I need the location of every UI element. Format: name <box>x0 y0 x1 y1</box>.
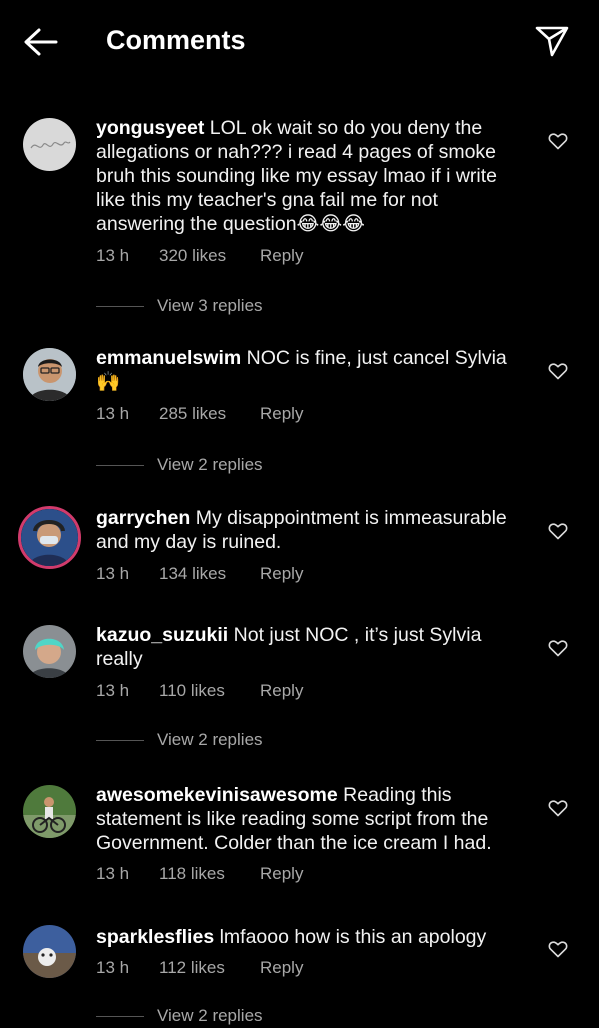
avatar[interactable] <box>23 118 76 171</box>
comment-username[interactable]: garrychen <box>96 507 190 529</box>
comment-body: lmfaooo how is this an apology <box>219 926 487 948</box>
comment-username[interactable]: sparklesflies <box>96 926 214 948</box>
comment-likes[interactable]: 110 likes <box>159 681 225 701</box>
reply-button[interactable]: Reply <box>260 246 303 266</box>
profile-photo-icon <box>23 925 76 978</box>
reply-button[interactable]: Reply <box>260 404 303 424</box>
heart-icon[interactable] <box>548 522 568 540</box>
comment-text: yongusyeet LOL ok wait so do you deny th… <box>96 116 526 236</box>
comment-time: 13 h <box>96 958 130 977</box>
avatar[interactable] <box>23 348 76 401</box>
divider-line <box>96 306 144 307</box>
reply-button[interactable]: Reply <box>260 864 303 884</box>
comment-time: 13 h <box>96 864 130 883</box>
comment-text: awesomekevinisawesome Reading this state… <box>96 783 526 855</box>
comment-likes[interactable]: 285 likes <box>159 404 226 424</box>
comment-username[interactable]: kazuo_suzukii <box>96 624 228 646</box>
avatar-with-story-ring[interactable] <box>18 506 81 569</box>
view-replies-label: View 2 replies <box>157 455 263 474</box>
page-title: Comments <box>106 25 246 55</box>
send-icon[interactable] <box>533 22 571 60</box>
view-replies-label: View 3 replies <box>157 296 263 315</box>
back-arrow-icon[interactable] <box>22 26 60 58</box>
reply-button[interactable]: Reply <box>260 681 303 701</box>
comment-text: kazuo_suzukii Not just NOC , it’s just S… <box>96 623 526 671</box>
avatar[interactable] <box>23 925 76 978</box>
view-replies-label: View 2 replies <box>157 730 263 749</box>
heart-icon[interactable] <box>548 940 568 958</box>
divider-line <box>96 465 144 466</box>
reply-button[interactable]: Reply <box>260 958 303 978</box>
divider-line <box>96 1016 144 1017</box>
heart-icon[interactable] <box>548 362 568 380</box>
comment-likes[interactable]: 118 likes <box>159 864 225 884</box>
divider-line <box>96 740 144 741</box>
heart-icon[interactable] <box>548 799 568 817</box>
comment-time: 13 h <box>96 246 130 265</box>
header-bar: Comments <box>0 0 599 84</box>
comment-text: sparklesflies lmfaooo how is this an apo… <box>96 925 526 949</box>
comment-likes[interactable]: 112 likes <box>159 958 225 978</box>
comment-time: 13 h <box>96 404 130 423</box>
avatar[interactable] <box>23 625 76 678</box>
comment-username[interactable]: awesomekevinisawesome <box>96 784 338 806</box>
comment-likes[interactable]: 320 likes <box>159 246 226 266</box>
profile-photo-icon <box>23 785 76 838</box>
avatar[interactable] <box>23 785 76 838</box>
view-replies-label: View 2 replies <box>157 1006 263 1025</box>
comment-username[interactable]: yongusyeet <box>96 117 204 139</box>
comment-username[interactable]: emmanuelswim <box>96 347 241 369</box>
profile-photo-icon <box>23 625 76 678</box>
profile-photo-icon <box>21 509 78 566</box>
comment-text: garrychen My disappointment is immeasura… <box>96 506 526 554</box>
comment-likes[interactable]: 134 likes <box>159 564 226 584</box>
comment-time: 13 h <box>96 564 130 583</box>
profile-photo-icon <box>23 348 76 401</box>
heart-icon[interactable] <box>548 639 568 657</box>
comment-time: 13 h <box>96 681 130 700</box>
comment-text: emmanuelswim NOC is fine, just cancel Sy… <box>96 346 526 394</box>
heart-icon[interactable] <box>548 132 568 150</box>
reply-button[interactable]: Reply <box>260 564 303 584</box>
signature-logo-icon <box>30 141 71 149</box>
